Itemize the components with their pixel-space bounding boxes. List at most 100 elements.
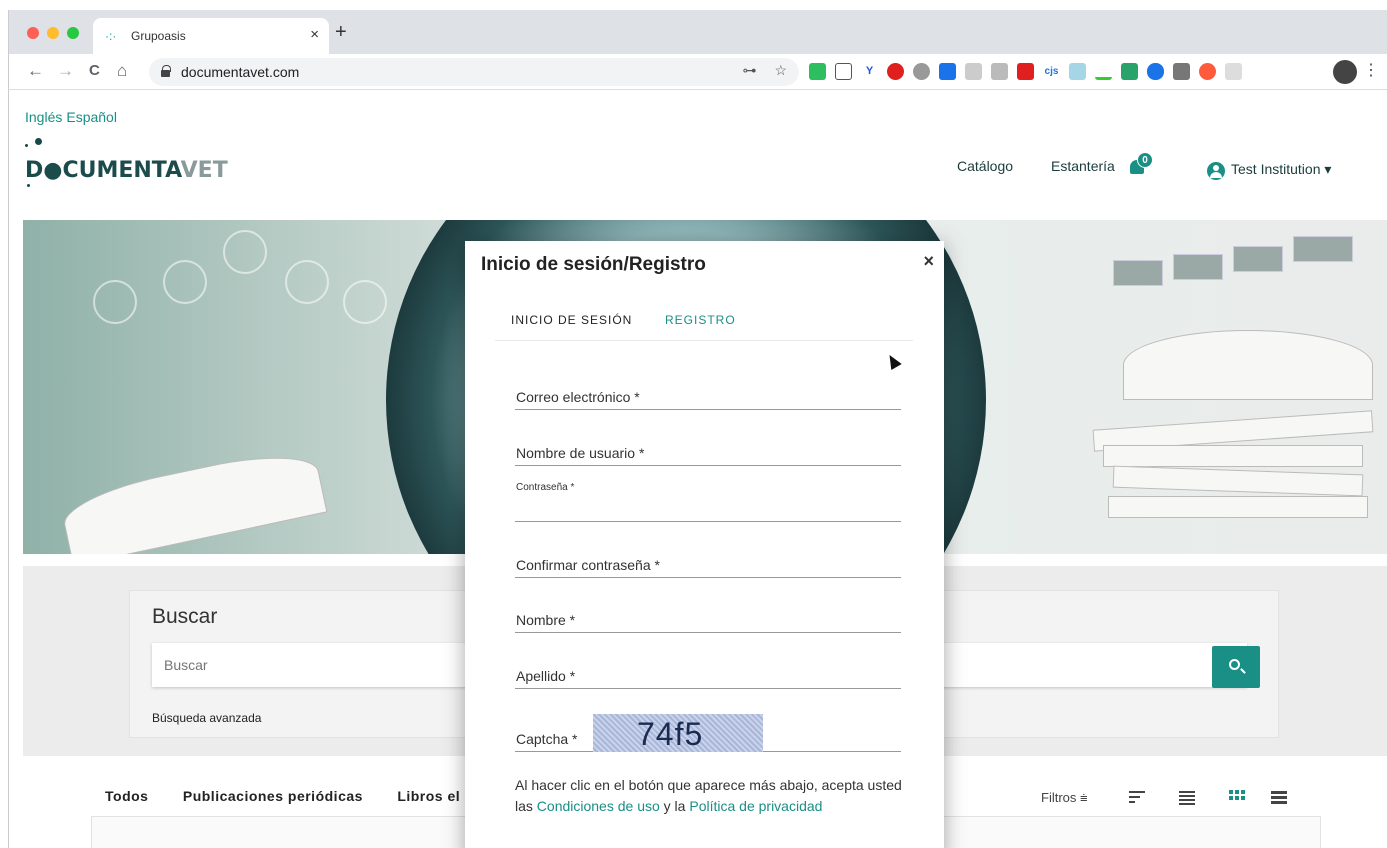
target-extension-icon[interactable] — [1199, 63, 1216, 80]
lang-ingles-link[interactable]: Inglés — [25, 109, 62, 125]
signal-extension-icon[interactable] — [1095, 63, 1112, 80]
tab-publicaciones[interactable]: Publicaciones periódicas — [183, 788, 363, 804]
lang-espanol-link[interactable]: Español — [66, 109, 117, 125]
evernote-extension-icon[interactable] — [809, 63, 826, 80]
download-extension-icon[interactable] — [1121, 63, 1138, 80]
camera-extension-icon[interactable] — [1173, 63, 1190, 80]
password-field[interactable]: Contraseña * — [515, 482, 901, 522]
email-field[interactable]: Correo electrónico * — [515, 384, 901, 410]
language-switcher: Inglés Español — [25, 109, 121, 125]
icon-cell — [1229, 796, 1233, 800]
documentavet-logo[interactable]: D●CUMENTAVET — [25, 138, 228, 198]
cjs-extension-icon[interactable]: cjs — [1043, 63, 1060, 80]
puzzle-extension-icon[interactable] — [1017, 63, 1034, 80]
address-bar[interactable]: documentavet.com ⊶ ☆ — [149, 58, 799, 86]
minimize-window-button[interactable] — [47, 27, 59, 39]
icon-cell — [1241, 796, 1245, 800]
heart-rate-icon — [223, 230, 267, 274]
grid-view-icon[interactable] — [1229, 790, 1247, 804]
profile-avatar[interactable] — [1333, 60, 1357, 84]
search-button[interactable] — [1212, 646, 1260, 688]
extensions-row: Y cjs — [809, 63, 1242, 80]
first-name-field[interactable]: Nombre * — [515, 607, 901, 633]
key-icon[interactable]: ⊶ — [743, 62, 757, 78]
screen-extension-icon[interactable] — [939, 63, 956, 80]
browser-menu-icon[interactable]: ⋮ — [1363, 60, 1379, 80]
icon-bar — [1271, 791, 1287, 794]
icon-cell — [1229, 790, 1233, 794]
username-field[interactable]: Nombre de usuario * — [515, 440, 901, 466]
cloud-extension-icon[interactable] — [1147, 63, 1164, 80]
username-label: Nombre de usuario * — [516, 445, 645, 461]
first-name-label: Nombre * — [516, 612, 576, 628]
confirm-password-label: Confirmar contraseña * — [516, 557, 660, 573]
modal-title: Inicio de sesión/Registro — [481, 254, 706, 275]
list-view-icon[interactable] — [1179, 790, 1197, 805]
browser-tab-bar: ·:· Grupoasis × + — [8, 10, 1387, 54]
gear-extension-icon[interactable] — [913, 63, 930, 80]
tab-login[interactable]: INICIO DE SESIÓN — [511, 313, 632, 327]
search-icon — [1229, 659, 1240, 670]
sort-icon[interactable] — [1129, 790, 1147, 804]
privacy-policy-link[interactable]: Política de privacidad — [689, 798, 822, 814]
thumbnail-image — [1113, 260, 1163, 286]
close-icon[interactable]: × — [923, 251, 934, 272]
login-register-modal: Inicio de sesión/Registro × INICIO DE SE… — [465, 241, 944, 848]
captcha-field[interactable]: Captcha * 74f5 — [515, 714, 901, 752]
opera-extension-icon[interactable] — [887, 63, 904, 80]
browser-toolbar: ← → C ⌂ documentavet.com ⊶ ☆ Y cjs ⋮ — [8, 54, 1387, 90]
snowflake-extension-icon[interactable] — [1069, 63, 1086, 80]
icon-bar — [1271, 801, 1287, 804]
terms-text: Al hacer clic en el botón que aparece má… — [515, 775, 905, 817]
y-extension-icon[interactable]: Y — [861, 63, 878, 80]
advanced-search-link[interactable]: Búsqueda avanzada — [152, 711, 261, 725]
logo-dot-icon — [25, 144, 28, 147]
icon-bar — [1271, 796, 1287, 799]
reload-icon[interactable]: C — [89, 61, 100, 81]
icon-bar — [1129, 791, 1145, 793]
confirm-password-field[interactable]: Confirmar contraseña * — [515, 552, 901, 578]
forward-arrow-icon[interactable]: → — [57, 61, 74, 81]
detailed-list-icon[interactable] — [1271, 790, 1289, 804]
back-arrow-icon[interactable]: ← — [27, 61, 44, 81]
icon-bar — [1129, 796, 1140, 798]
maximize-window-button[interactable] — [67, 27, 79, 39]
tab-register[interactable]: REGISTRO — [665, 313, 736, 327]
captcha-code: 74f5 — [637, 716, 704, 752]
logo-vet-text: VET — [180, 158, 228, 183]
site-favicon-icon: ·:· — [105, 29, 117, 43]
tab-close-icon[interactable]: × — [310, 26, 319, 43]
close-window-button[interactable] — [27, 27, 39, 39]
logo-text: D●CUMENTAVET — [25, 158, 228, 183]
window-extension-icon[interactable] — [965, 63, 982, 80]
email-label: Correo electrónico * — [516, 389, 640, 405]
nav-estanteria[interactable]: Estantería — [1051, 158, 1115, 174]
last-name-field[interactable]: Apellido * — [515, 663, 901, 689]
new-tab-button[interactable]: + — [335, 22, 347, 42]
user-menu[interactable]: Test Institution ▾ — [1231, 161, 1331, 178]
notifications-bell-icon[interactable]: 0 — [1127, 152, 1153, 178]
home-icon[interactable]: ⌂ — [117, 61, 127, 81]
pen-extension-icon[interactable] — [991, 63, 1008, 80]
nav-catalogo[interactable]: Catálogo — [957, 158, 1013, 174]
logo-main-text: D●CUMENTA — [25, 158, 181, 183]
book-stack-image — [1103, 445, 1363, 467]
last-name-label: Apellido * — [516, 668, 576, 684]
icon-cell — [1235, 796, 1239, 800]
user-account-icon[interactable] — [1207, 162, 1225, 180]
tab-todos[interactable]: Todos — [105, 788, 148, 804]
terms-of-use-link[interactable]: Condiciones de uso — [537, 798, 660, 814]
filters-button[interactable]: Filtros ⩧ — [1041, 790, 1088, 806]
terms-and: y la — [659, 798, 690, 814]
medicine-icon — [163, 260, 207, 304]
icon-bar — [1179, 803, 1195, 805]
logo-dot-icon — [27, 184, 30, 187]
bookmark-star-icon[interactable]: ☆ — [774, 62, 787, 78]
search-title: Buscar — [152, 605, 218, 628]
category-tabs: Todos Publicaciones periódicas Libros el — [105, 788, 490, 804]
browser-tab[interactable]: ·:· Grupoasis × — [93, 18, 329, 54]
pocket-extension-icon[interactable] — [835, 63, 852, 80]
syringe-icon — [285, 260, 329, 304]
c-extension-icon[interactable] — [1225, 63, 1242, 80]
tab-libros[interactable]: Libros el — [397, 788, 460, 804]
